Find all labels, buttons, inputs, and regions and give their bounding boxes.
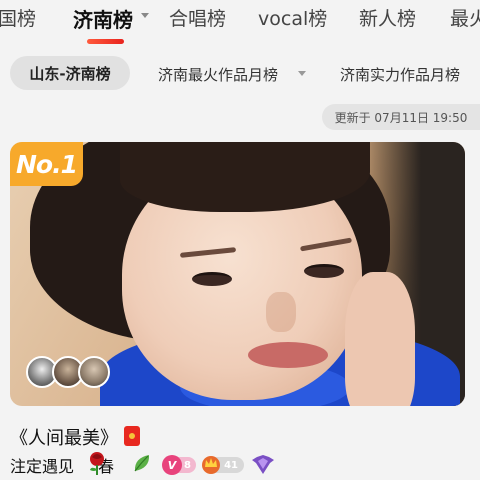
singer-name-prefix: 注定遇见 [10, 457, 75, 476]
tab-jinan[interactable]: 济南榜 [73, 4, 133, 33]
chevron-down-icon[interactable] [141, 13, 149, 18]
cover-nose [266, 292, 296, 332]
avatar[interactable] [78, 356, 110, 388]
red-packet-icon[interactable] [124, 426, 140, 446]
shield-icon[interactable] [250, 454, 276, 476]
active-tab-indicator [87, 39, 124, 44]
vip-level-badge[interactable]: V 8 [162, 455, 196, 475]
sub-tab-bar: 山东-济南榜 济南最火作品月榜 济南实力作品月榜 [0, 56, 480, 92]
vip-icon: V [162, 455, 182, 475]
tab-national[interactable]: 国榜 [0, 4, 36, 31]
tab-newcomer[interactable]: 新人榜 [359, 4, 416, 31]
wealth-level-value: 41 [224, 459, 238, 471]
cover-lips [248, 342, 328, 368]
leaf-icon [134, 455, 150, 472]
listener-avatars[interactable] [26, 356, 116, 390]
rank-badge: No.1 [10, 142, 83, 186]
chevron-down-icon[interactable] [298, 71, 306, 76]
cover-eye-right [304, 264, 344, 278]
top-tab-bar: 国榜 济南榜 合唱榜 vocal榜 新人榜 最火 [0, 0, 480, 52]
tab-hottest[interactable]: 最火 [450, 4, 480, 31]
vip-level-value: 8 [184, 459, 191, 471]
rose-icon [90, 452, 104, 475]
update-time-label: 更新于 07月11日 19:50 [322, 104, 480, 130]
wealth-level-badge[interactable]: 41 [202, 456, 244, 474]
subtab-jinan-strength-monthly[interactable]: 济南实力作品月榜 [340, 64, 460, 85]
cover-eye-left [192, 272, 232, 286]
subtab-shandong-jinan[interactable]: 山东-济南榜 [10, 56, 130, 90]
crown-icon [202, 456, 220, 474]
tab-vocal[interactable]: vocal榜 [258, 4, 327, 31]
cover-hand [345, 272, 415, 406]
subtab-jinan-hottest-monthly[interactable]: 济南最火作品月榜 [158, 64, 278, 85]
song-title[interactable]: 《人间最美》 [10, 424, 118, 450]
tab-chorus[interactable]: 合唱榜 [169, 4, 226, 31]
